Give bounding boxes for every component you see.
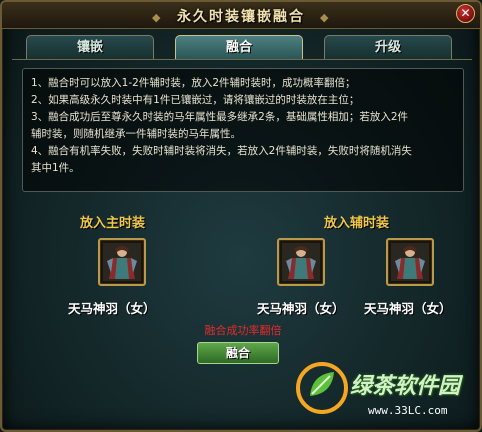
- watermark-url: www.33LC.com: [368, 404, 448, 417]
- fashion-fusion-dialog: ◆ 永久时装镶嵌融合 ◆ ✕ 镶嵌 融合 升级 1、融合时可以放入1-2件辅时装…: [0, 0, 482, 432]
- tab-inlay[interactable]: 镶嵌: [26, 35, 154, 59]
- leaf-logo-icon: [296, 362, 348, 414]
- costume-figure-icon: [391, 243, 429, 281]
- rule-line: 3、融合成功后至尊永久时装的马年属性最多继承2条，基础属性相加；若放入2件: [31, 111, 409, 123]
- aux-item-name-2: 天马神羽（女）: [364, 301, 452, 316]
- success-rate-notice: 融合成功率翻倍: [204, 324, 282, 337]
- aux-costume-slot-1[interactable]: [277, 238, 325, 286]
- tab-fusion[interactable]: 融合: [175, 35, 303, 59]
- rule-line: 辅时装，则随机继承一件辅时装的马年属性。: [31, 128, 241, 140]
- title-bar: ◆ 永久时装镶嵌融合 ◆ ✕: [2, 2, 480, 29]
- watermark: 绿茶软件园 www.33LC.com: [294, 354, 480, 430]
- aux-slot-header: 放入辅时装: [324, 216, 390, 231]
- close-button[interactable]: ✕: [456, 4, 475, 23]
- rule-line: 1、融合时可以放入1-2件辅时装，放入2件辅时装时，成功概率翻倍；: [31, 77, 356, 89]
- tab-divider: [12, 59, 472, 60]
- rule-line: 4、融合有机率失败，失败时辅时装将消失，若放入2件辅时装，失败时将随机消失: [31, 145, 412, 157]
- rule-line: 其中1件。: [31, 162, 80, 174]
- tab-upgrade[interactable]: 升级: [324, 35, 452, 59]
- costume-figure-icon: [103, 243, 141, 281]
- fuse-button[interactable]: 融合: [197, 342, 279, 364]
- main-costume-slot[interactable]: [98, 238, 146, 286]
- aux-costume-slot-2[interactable]: [386, 238, 434, 286]
- fusion-rules-panel: 1、融合时可以放入1-2件辅时装，放入2件辅时装时，成功概率翻倍； 2、如果高级…: [22, 68, 464, 192]
- dialog-title: 永久时装镶嵌融合: [177, 9, 305, 25]
- main-item-name: 天马神羽（女）: [68, 301, 156, 316]
- aux-item-name-1: 天马神羽（女）: [257, 301, 345, 316]
- title-ornament-right-icon: ◆: [320, 11, 329, 24]
- costume-figure-icon: [282, 243, 320, 281]
- rule-line: 2、如果高级永久时装中有1件已镶嵌过，请将镶嵌过的时装放在主位；: [31, 94, 360, 106]
- watermark-brand: 绿茶软件园: [350, 374, 461, 399]
- main-slot-header: 放入主时装: [80, 216, 146, 231]
